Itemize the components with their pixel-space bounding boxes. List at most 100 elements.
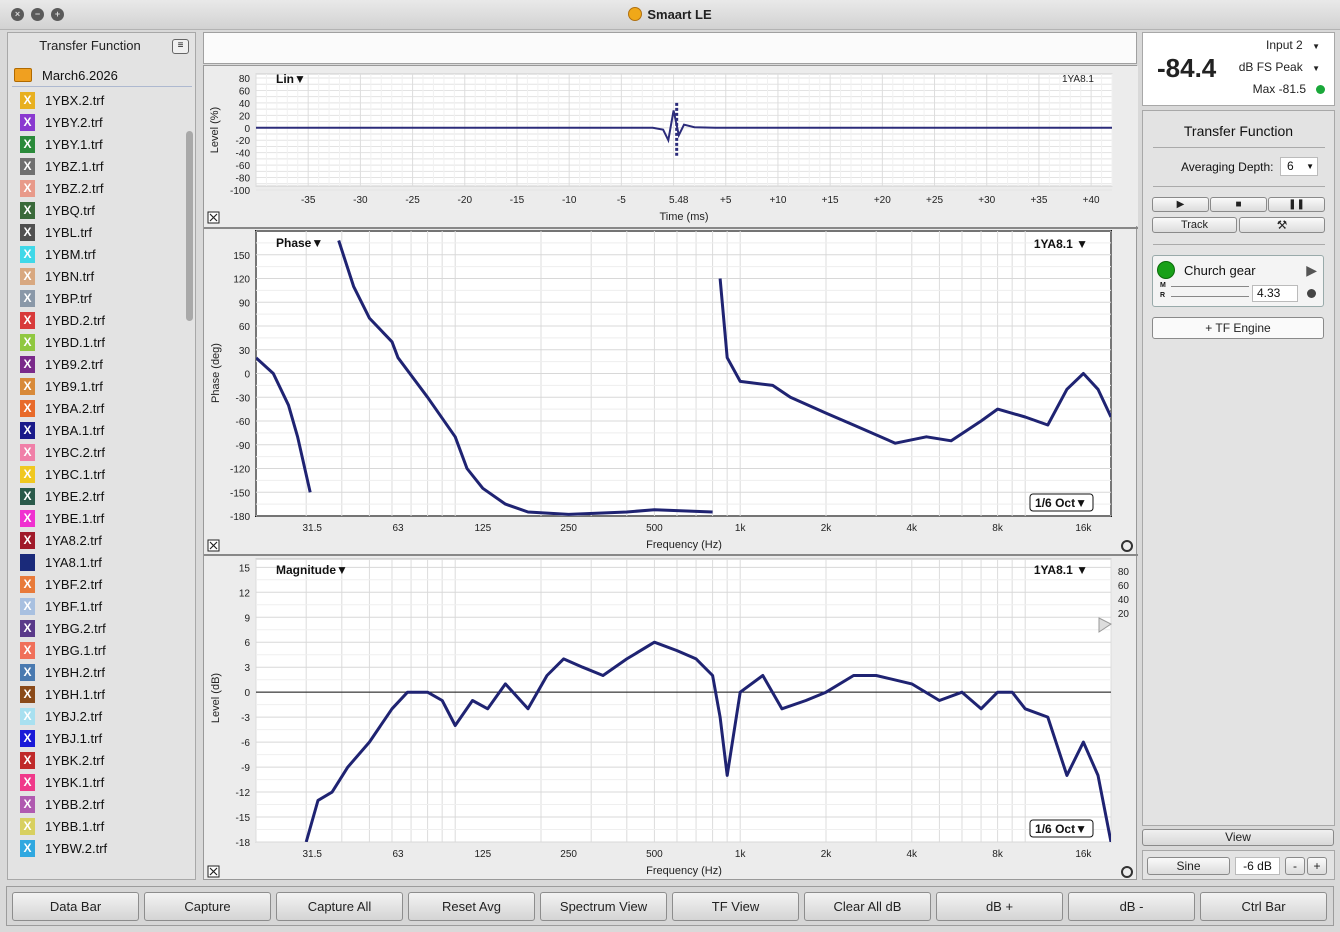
scrollbar-thumb[interactable] <box>186 131 193 321</box>
ctrl-bar-button[interactable]: Ctrl Bar <box>1200 892 1327 921</box>
pause-button[interactable]: ❚❚ <box>1268 197 1325 212</box>
x-tick-label: 1k <box>735 523 747 534</box>
file-item[interactable]: X 1YBL.trf <box>12 221 182 243</box>
x-tick-label: +15 <box>822 195 839 206</box>
clear-all-db-button[interactable]: Clear All dB <box>804 892 931 921</box>
file-item[interactable]: X 1YA8.2.trf <box>12 529 182 551</box>
signal-type-button[interactable]: Sine <box>1147 857 1230 875</box>
right-tick-label: 20 <box>1118 609 1130 620</box>
trf-file-icon: X <box>20 796 35 813</box>
reset-avg-button[interactable]: Reset Avg <box>408 892 535 921</box>
stop-button[interactable]: ■ <box>1210 197 1267 212</box>
engine-play-icon[interactable]: ▶ <box>1306 262 1317 279</box>
status-led-icon <box>1316 85 1325 94</box>
delay-field[interactable]: 4.33 <box>1252 285 1298 302</box>
tf-view-button[interactable]: TF View <box>672 892 799 921</box>
add-tf-engine-button[interactable]: + TF Engine <box>1152 317 1324 339</box>
meter-r-bar <box>1171 296 1249 297</box>
x-tick-label: 8k <box>992 849 1004 860</box>
file-label: 1YBF.2.trf <box>45 577 103 592</box>
file-item[interactable]: X 1YBH.2.trf <box>12 661 182 683</box>
file-item[interactable]: X 1YBE.1.trf <box>12 507 182 529</box>
file-item[interactable]: X 1YBN.trf <box>12 265 182 287</box>
level-plus-button[interactable]: + <box>1307 857 1327 875</box>
file-item[interactable]: X 1YBW.2.trf <box>12 837 182 859</box>
file-item[interactable]: X 1YBD.2.trf <box>12 309 182 331</box>
data-bar-button[interactable]: Data Bar <box>12 892 139 921</box>
x-tick-label: 16k <box>1075 849 1092 860</box>
trf-file-icon: X <box>20 752 35 769</box>
play-button[interactable]: ▶ <box>1152 197 1209 212</box>
folder-row[interactable]: March6.2026 <box>12 65 192 87</box>
y-tick-label: -100 <box>230 186 250 197</box>
file-item[interactable]: X 1YBK.2.trf <box>12 749 182 771</box>
file-item[interactable]: X 1YBF.2.trf <box>12 573 182 595</box>
file-item[interactable]: X 1YBX.2.trf <box>12 89 182 111</box>
view-button[interactable]: View <box>1142 829 1334 846</box>
file-item[interactable]: X 1YBM.trf <box>12 243 182 265</box>
file-item[interactable]: X 1YBG.2.trf <box>12 617 182 639</box>
file-item[interactable]: 1YA8.1.trf <box>12 551 182 573</box>
file-item[interactable]: X 1YBQ.trf <box>12 199 182 221</box>
file-list-scrollbar[interactable] <box>184 119 194 881</box>
delay-finder-icon[interactable] <box>1307 289 1316 298</box>
units-select[interactable]: dB FS Peak ▼ <box>1239 60 1320 74</box>
file-item[interactable]: X 1YBZ.2.trf <box>12 177 182 199</box>
y-tick-label: -80 <box>236 174 251 185</box>
file-item[interactable]: X 1YBA.1.trf <box>12 419 182 441</box>
file-item[interactable]: X 1YBH.1.trf <box>12 683 182 705</box>
tools-button[interactable]: ⚒ <box>1239 217 1325 233</box>
file-item[interactable]: X 1YB9.2.trf <box>12 353 182 375</box>
y-tick-label: 150 <box>233 251 250 262</box>
file-label: 1YBJ.1.trf <box>45 731 103 746</box>
file-item[interactable]: X 1YBP.trf <box>12 287 182 309</box>
engine-status-icon[interactable] <box>1157 261 1175 279</box>
trace-label: 1YA8.1 ▼ <box>1034 563 1088 577</box>
y-tick-label: -60 <box>236 161 251 172</box>
tf-engine-card[interactable]: Church gear ▶ M R 4.33 <box>1152 255 1324 307</box>
file-item[interactable]: X 1YBC.1.trf <box>12 463 182 485</box>
file-label: 1YB9.1.trf <box>45 379 103 394</box>
panel-menu-icon[interactable]: ≡ <box>172 39 189 54</box>
input-select[interactable]: Input 2 ▼ <box>1266 38 1320 52</box>
file-item[interactable]: X 1YBF.1.trf <box>12 595 182 617</box>
track-button[interactable]: Track <box>1152 217 1237 233</box>
capture-button[interactable]: Capture <box>144 892 271 921</box>
trf-file-icon: X <box>20 422 35 439</box>
level-minus-button[interactable]: - <box>1285 857 1305 875</box>
file-item[interactable]: X 1YBG.1.trf <box>12 639 182 661</box>
file-item[interactable]: X 1YBY.1.trf <box>12 133 182 155</box>
file-item[interactable]: X 1YBE.2.trf <box>12 485 182 507</box>
generator-level-field[interactable]: -6 dB <box>1235 857 1280 875</box>
avg-depth-select[interactable]: 6 ▼ <box>1280 157 1318 176</box>
y-axis-title: Phase (deg) <box>210 343 222 403</box>
file-item[interactable]: X 1YBY.2.trf <box>12 111 182 133</box>
graph-area: 80 60 40 20 0 -20 -40 -60 -80 -100 -35 -30 -25 -20 -15… <box>203 65 1138 880</box>
file-item[interactable]: X 1YBC.2.trf <box>12 441 182 463</box>
trf-file-icon: X <box>20 136 35 153</box>
right-tick-label: 80 <box>1118 567 1130 578</box>
file-label: 1YBW.2.trf <box>45 841 108 856</box>
trf-file-icon: X <box>20 290 35 307</box>
file-item[interactable]: X 1YB9.1.trf <box>12 375 182 397</box>
file-item[interactable]: X 1YBA.2.trf <box>12 397 182 419</box>
y-tick-label: 6 <box>244 638 250 649</box>
db-minus-button[interactable]: dB - <box>1068 892 1195 921</box>
file-item[interactable]: X 1YBJ.2.trf <box>12 705 182 727</box>
y-tick-label: -3 <box>241 713 250 724</box>
y-axis-title: Level (%) <box>209 107 221 153</box>
file-item[interactable]: X 1YBB.1.trf <box>12 815 182 837</box>
file-item[interactable]: X 1YBB.2.trf <box>12 793 182 815</box>
spectrum-view-button[interactable]: Spectrum View <box>540 892 667 921</box>
capture-all-button[interactable]: Capture All <box>276 892 403 921</box>
file-item[interactable]: X 1YBZ.1.trf <box>12 155 182 177</box>
file-item[interactable]: X 1YBJ.1.trf <box>12 727 182 749</box>
db-plus-button[interactable]: dB + <box>936 892 1063 921</box>
file-item[interactable]: X 1YBD.1.trf <box>12 331 182 353</box>
file-label: 1YBB.1.trf <box>45 819 105 834</box>
file-label: 1YBL.trf <box>45 225 92 240</box>
y-tick-label: 9 <box>244 613 250 624</box>
file-item[interactable]: X 1YBK.1.trf <box>12 771 182 793</box>
tf-control-panel: Transfer Function Averaging Depth: 6 ▼ ▶ … <box>1142 110 1335 826</box>
trf-file-icon: X <box>20 730 35 747</box>
